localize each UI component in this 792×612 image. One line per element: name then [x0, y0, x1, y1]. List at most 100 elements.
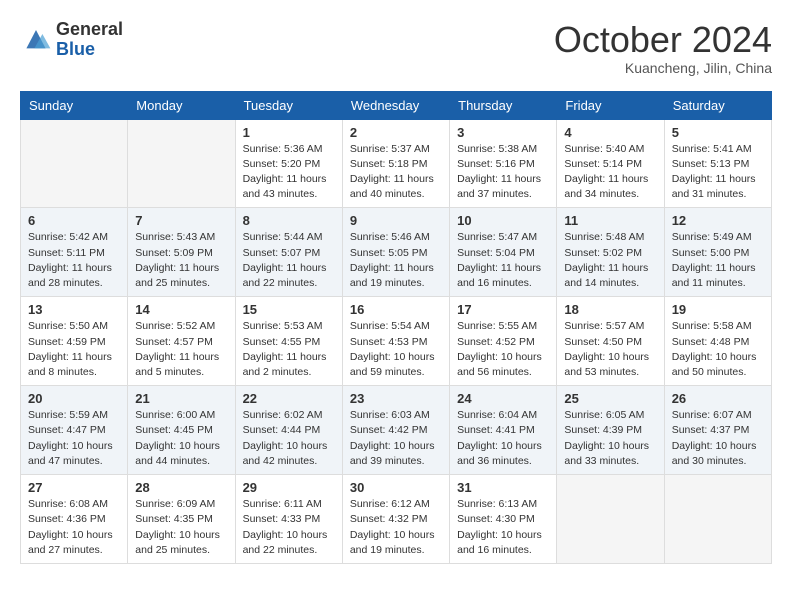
- calendar-day-cell: 15 Sunrise: 5:53 AMSunset: 4:55 PMDayligh…: [235, 297, 342, 386]
- day-info: Sunrise: 5:36 AMSunset: 5:20 PMDaylight:…: [243, 142, 335, 203]
- day-number: 2: [350, 125, 442, 140]
- calendar-day-cell: 27Sunrise: 6:08 AMSunset: 4:36 PMDayligh…: [21, 475, 128, 564]
- day-info: Sunrise: 5:58 AMSunset: 4:48 PMDaylight:…: [672, 319, 764, 380]
- calendar-day-cell: 4Sunrise: 5:40 AMSunset: 5:14 PMDaylight…: [557, 119, 664, 208]
- calendar-day-cell: 2 Sunrise: 5:37 AMSunset: 5:18 PMDaylight…: [342, 119, 449, 208]
- day-info: Sunrise: 6:09 AMSunset: 4:35 PMDaylight:…: [135, 497, 227, 558]
- day-info: Sunrise: 5:50 AMSunset: 4:59 PMDaylight:…: [28, 319, 120, 380]
- calendar-day-cell: 28 Sunrise: 6:09 AMSunset: 4:35 PMDayligh…: [128, 475, 235, 564]
- calendar-day-cell: 10Sunrise: 5:47 AMSunset: 5:04 PMDayligh…: [450, 208, 557, 297]
- location: Kuancheng, Jilin, China: [554, 60, 772, 76]
- day-info: Sunrise: 6:03 AMSunset: 4:42 PMDaylight:…: [350, 408, 442, 469]
- calendar-day-cell: 7 Sunrise: 5:43 AMSunset: 5:09 PMDaylight…: [128, 208, 235, 297]
- day-info: Sunrise: 5:49 AMSunset: 5:00 PMDaylight:…: [672, 230, 764, 291]
- day-info: Sunrise: 5:37 AMSunset: 5:18 PMDaylight:…: [350, 142, 442, 203]
- calendar-day-cell: 14 Sunrise: 5:52 AMSunset: 4:57 PMDayligh…: [128, 297, 235, 386]
- calendar-day-cell: 23 Sunrise: 6:03 AMSunset: 4:42 PMDayligh…: [342, 386, 449, 475]
- day-number: 11: [564, 213, 656, 228]
- calendar-day-cell: 24Sunrise: 6:04 AMSunset: 4:41 PMDayligh…: [450, 386, 557, 475]
- calendar-header-row: SundayMondayTuesdayWednesdayThursdayFrid…: [21, 91, 772, 119]
- day-info: Sunrise: 5:53 AMSunset: 4:55 PMDaylight:…: [243, 319, 335, 380]
- calendar-day-cell: 26 Sunrise: 6:07 AMSunset: 4:37 PMDayligh…: [664, 386, 771, 475]
- day-number: 4: [564, 125, 656, 140]
- day-number: 28: [135, 480, 227, 495]
- calendar-day-cell: 30Sunrise: 6:12 AMSunset: 4:32 PMDayligh…: [342, 475, 449, 564]
- calendar-day-cell: 22Sunrise: 6:02 AMSunset: 4:44 PMDayligh…: [235, 386, 342, 475]
- calendar-day-cell: [557, 475, 664, 564]
- day-info: Sunrise: 6:00 AMSunset: 4:45 PMDaylight:…: [135, 408, 227, 469]
- calendar-day-cell: 8 Sunrise: 5:44 AMSunset: 5:07 PMDaylight…: [235, 208, 342, 297]
- day-number: 29: [243, 480, 335, 495]
- day-number: 23: [350, 391, 442, 406]
- weekday-header: Friday: [557, 91, 664, 119]
- calendar-day-cell: 5 Sunrise: 5:41 AMSunset: 5:13 PMDaylight…: [664, 119, 771, 208]
- day-info: Sunrise: 6:05 AMSunset: 4:39 PMDaylight:…: [564, 408, 656, 469]
- calendar-day-cell: 31 Sunrise: 6:13 AMSunset: 4:30 PMDayligh…: [450, 475, 557, 564]
- day-number: 13: [28, 302, 120, 317]
- calendar-week-row: 1 Sunrise: 5:36 AMSunset: 5:20 PMDaylight…: [21, 119, 772, 208]
- day-number: 30: [350, 480, 442, 495]
- day-info: Sunrise: 5:46 AMSunset: 5:05 PMDaylight:…: [350, 230, 442, 291]
- weekday-header: Saturday: [664, 91, 771, 119]
- calendar-week-row: 13 Sunrise: 5:50 AMSunset: 4:59 PMDayligh…: [21, 297, 772, 386]
- day-number: 17: [457, 302, 549, 317]
- day-number: 15: [243, 302, 335, 317]
- calendar-week-row: 27Sunrise: 6:08 AMSunset: 4:36 PMDayligh…: [21, 475, 772, 564]
- weekday-header: Monday: [128, 91, 235, 119]
- calendar-day-cell: 16 Sunrise: 5:54 AMSunset: 4:53 PMDayligh…: [342, 297, 449, 386]
- day-number: 16: [350, 302, 442, 317]
- day-info: Sunrise: 6:11 AMSunset: 4:33 PMDaylight:…: [243, 497, 335, 558]
- title-block: October 2024 Kuancheng, Jilin, China: [554, 20, 772, 76]
- day-info: Sunrise: 5:43 AMSunset: 5:09 PMDaylight:…: [135, 230, 227, 291]
- day-number: 8: [243, 213, 335, 228]
- calendar-day-cell: 13 Sunrise: 5:50 AMSunset: 4:59 PMDayligh…: [21, 297, 128, 386]
- weekday-header: Tuesday: [235, 91, 342, 119]
- calendar-day-cell: [128, 119, 235, 208]
- day-number: 26: [672, 391, 764, 406]
- day-info: Sunrise: 5:44 AMSunset: 5:07 PMDaylight:…: [243, 230, 335, 291]
- day-number: 10: [457, 213, 549, 228]
- day-info: Sunrise: 6:02 AMSunset: 4:44 PMDaylight:…: [243, 408, 335, 469]
- calendar-day-cell: 6 Sunrise: 5:42 AMSunset: 5:11 PMDaylight…: [21, 208, 128, 297]
- day-number: 9: [350, 213, 442, 228]
- calendar-day-cell: 20Sunrise: 5:59 AMSunset: 4:47 PMDayligh…: [21, 386, 128, 475]
- day-number: 14: [135, 302, 227, 317]
- day-info: Sunrise: 5:57 AMSunset: 4:50 PMDaylight:…: [564, 319, 656, 380]
- day-info: Sunrise: 5:41 AMSunset: 5:13 PMDaylight:…: [672, 142, 764, 203]
- calendar-day-cell: 9 Sunrise: 5:46 AMSunset: 5:05 PMDaylight…: [342, 208, 449, 297]
- day-number: 7: [135, 213, 227, 228]
- day-number: 18: [564, 302, 656, 317]
- day-info: Sunrise: 6:07 AMSunset: 4:37 PMDaylight:…: [672, 408, 764, 469]
- day-info: Sunrise: 5:48 AMSunset: 5:02 PMDaylight:…: [564, 230, 656, 291]
- calendar-day-cell: 3 Sunrise: 5:38 AMSunset: 5:16 PMDaylight…: [450, 119, 557, 208]
- day-number: 31: [457, 480, 549, 495]
- day-number: 5: [672, 125, 764, 140]
- day-info: Sunrise: 5:38 AMSunset: 5:16 PMDaylight:…: [457, 142, 549, 203]
- weekday-header: Wednesday: [342, 91, 449, 119]
- day-number: 27: [28, 480, 120, 495]
- calendar-day-cell: 1 Sunrise: 5:36 AMSunset: 5:20 PMDaylight…: [235, 119, 342, 208]
- logo-text: General Blue: [56, 20, 123, 60]
- calendar-day-cell: 17Sunrise: 5:55 AMSunset: 4:52 PMDayligh…: [450, 297, 557, 386]
- calendar-day-cell: 21Sunrise: 6:00 AMSunset: 4:45 PMDayligh…: [128, 386, 235, 475]
- day-number: 1: [243, 125, 335, 140]
- day-info: Sunrise: 6:13 AMSunset: 4:30 PMDaylight:…: [457, 497, 549, 558]
- day-number: 3: [457, 125, 549, 140]
- day-info: Sunrise: 6:04 AMSunset: 4:41 PMDaylight:…: [457, 408, 549, 469]
- day-number: 6: [28, 213, 120, 228]
- logo-blue-label: Blue: [56, 40, 123, 60]
- logo: General Blue: [20, 20, 123, 60]
- calendar-day-cell: 29 Sunrise: 6:11 AMSunset: 4:33 PMDayligh…: [235, 475, 342, 564]
- weekday-header: Thursday: [450, 91, 557, 119]
- day-info: Sunrise: 5:42 AMSunset: 5:11 PMDaylight:…: [28, 230, 120, 291]
- day-number: 20: [28, 391, 120, 406]
- day-info: Sunrise: 5:54 AMSunset: 4:53 PMDaylight:…: [350, 319, 442, 380]
- day-info: Sunrise: 5:52 AMSunset: 4:57 PMDaylight:…: [135, 319, 227, 380]
- month-title: October 2024: [554, 20, 772, 60]
- calendar-day-cell: [664, 475, 771, 564]
- calendar-day-cell: 12 Sunrise: 5:49 AMSunset: 5:00 PMDayligh…: [664, 208, 771, 297]
- page-header: General Blue October 2024 Kuancheng, Jil…: [20, 20, 772, 76]
- weekday-header: Sunday: [21, 91, 128, 119]
- day-number: 12: [672, 213, 764, 228]
- day-number: 19: [672, 302, 764, 317]
